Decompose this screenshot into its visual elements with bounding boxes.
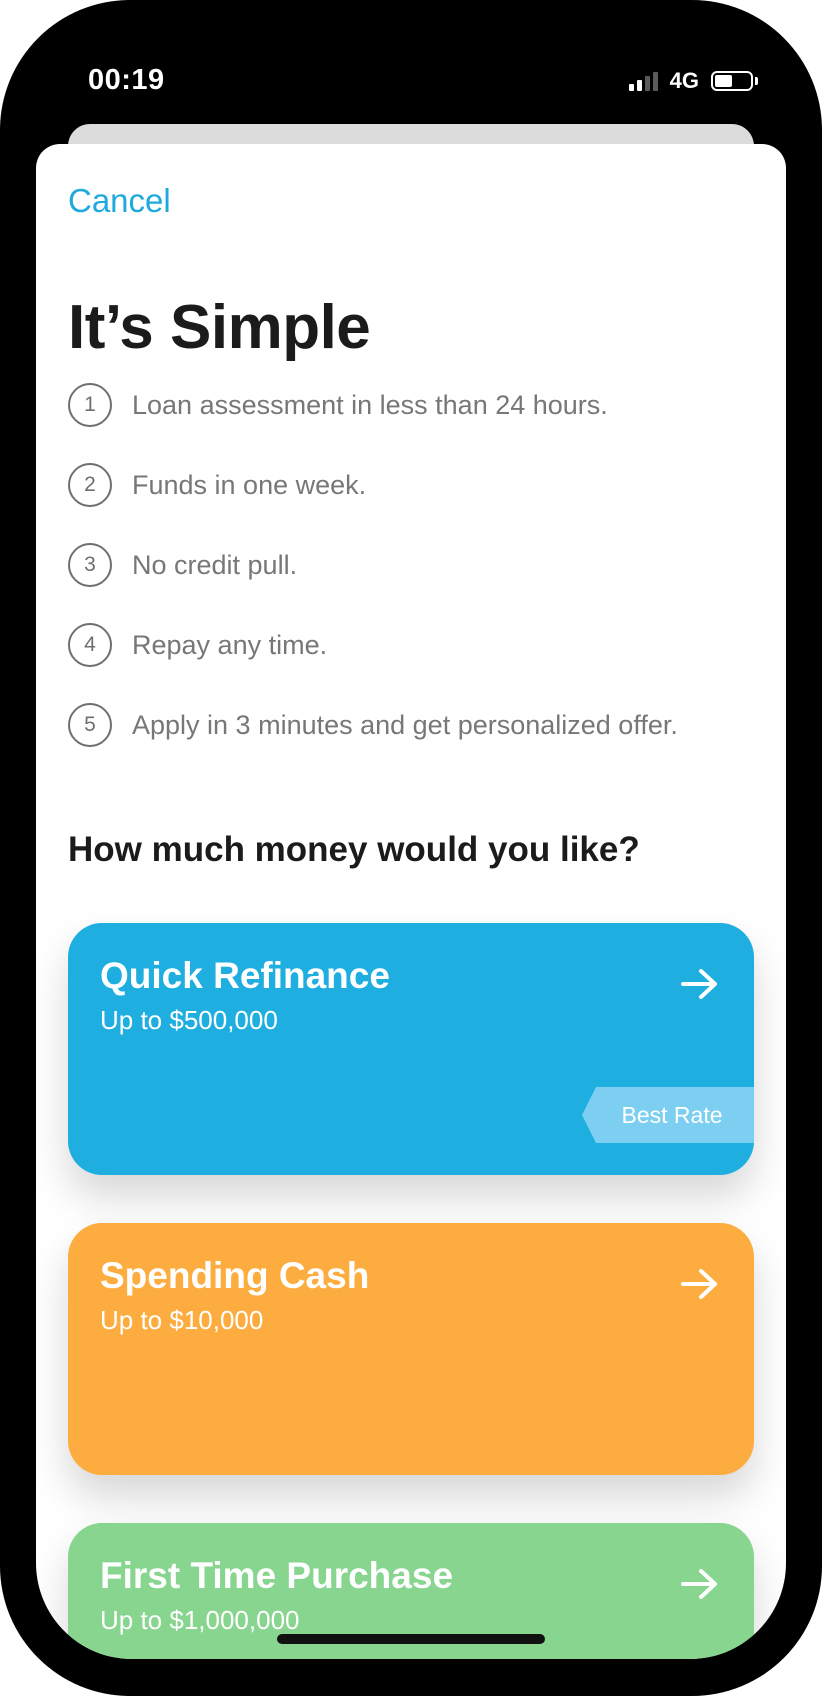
phone-frame: 00:19 4G Cancel It’s Simple 1 Loan asses… <box>0 0 822 1696</box>
step-number-icon: 4 <box>68 623 112 667</box>
step-text: Loan assessment in less than 24 hours. <box>132 389 608 420</box>
step-number-icon: 5 <box>68 703 112 747</box>
steps-list: 1 Loan assessment in less than 24 hours.… <box>68 381 678 781</box>
modal-sheet: Cancel It’s Simple 1 Loan assessment in … <box>36 144 786 1659</box>
arrow-right-icon <box>681 969 717 999</box>
battery-cap <box>755 77 758 85</box>
step-text: No credit pull. <box>132 549 298 580</box>
page-title: It’s Simple <box>68 293 371 362</box>
step-item: 2 Funds in one week. <box>68 461 678 509</box>
step-item: 4 Repay any time. <box>68 621 678 669</box>
card-quick-refinance[interactable]: Quick Refinance Up to $500,000 Best Rate <box>68 923 754 1175</box>
step-text: Funds in one week. <box>132 469 367 500</box>
battery-fill <box>715 75 732 87</box>
card-subtitle: Up to $10,000 <box>100 1305 264 1335</box>
status-indicators: 4G <box>628 68 758 94</box>
status-time: 00:19 <box>88 64 165 96</box>
step-item: 3 No credit pull. <box>68 541 678 589</box>
step-number-icon: 1 <box>68 383 112 427</box>
section-question: How much money would you like? <box>68 830 640 869</box>
network-label: 4G <box>669 68 699 93</box>
card-title: First Time Purchase <box>100 1555 454 1596</box>
cancel-button[interactable]: Cancel <box>68 182 171 220</box>
card-spending-cash[interactable]: Spending Cash Up to $10,000 <box>68 1223 754 1475</box>
signal-icon <box>628 71 658 91</box>
step-text: Repay any time. <box>132 629 328 660</box>
step-item: 1 Loan assessment in less than 24 hours. <box>68 381 678 429</box>
home-indicator[interactable] <box>277 1634 545 1644</box>
card-title: Spending Cash <box>100 1255 370 1296</box>
card-subtitle: Up to $1,000,000 <box>100 1605 300 1635</box>
best-rate-badge: Best Rate <box>582 1087 754 1143</box>
card-title: Quick Refinance <box>100 955 390 996</box>
step-number-icon: 3 <box>68 543 112 587</box>
status-bar: 00:19 4G <box>0 0 822 130</box>
card-subtitle: Up to $500,000 <box>100 1005 278 1035</box>
battery-icon <box>711 71 753 91</box>
step-item: 5 Apply in 3 minutes and get personalize… <box>68 701 678 749</box>
step-number-icon: 2 <box>68 463 112 507</box>
step-text: Apply in 3 minutes and get personalized … <box>132 709 678 740</box>
arrow-right-icon <box>681 1269 717 1299</box>
arrow-right-icon <box>681 1569 717 1599</box>
